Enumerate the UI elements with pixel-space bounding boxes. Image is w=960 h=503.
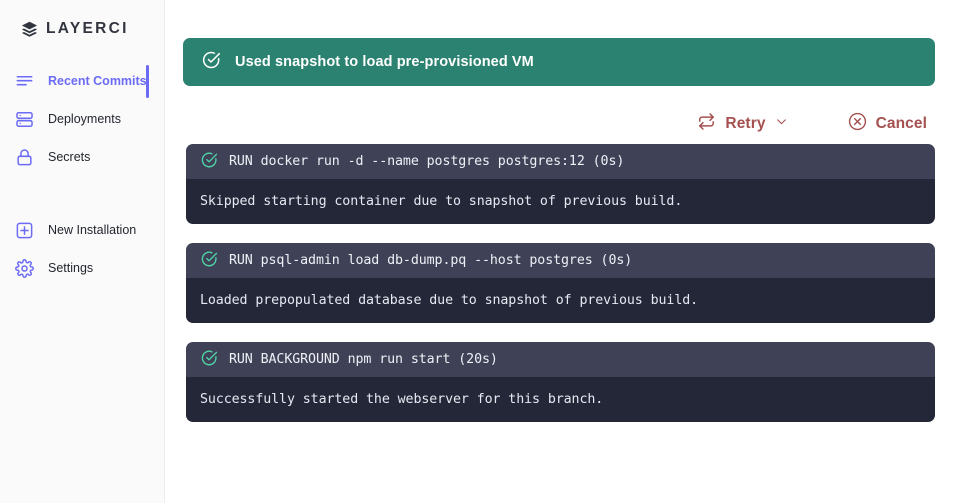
action-bar: Retry Cancel [183,86,935,144]
command-output: Skipped starting container due to snapsh… [186,179,935,224]
retry-label: Retry [725,114,766,132]
chevron-down-icon[interactable] [775,115,788,133]
sidebar-item-settings[interactable]: Settings [0,249,164,287]
status-banner-text: Used snapshot to load pre-provisioned VM [235,54,534,70]
command-block[interactable]: RUN psql-admin load db-dump.pq --host po… [186,243,935,323]
check-circle-icon [200,349,218,371]
check-circle-icon [200,151,218,173]
command-text: RUN psql-admin load db-dump.pq --host po… [229,253,633,268]
active-indicator [146,65,149,98]
sidebar-item-label: Recent Commits [48,73,147,88]
status-banner: Used snapshot to load pre-provisioned VM [183,38,935,86]
plus-square-icon [14,220,35,241]
retry-button[interactable]: Retry [697,112,787,136]
brand-name: LAYERCI [46,20,129,38]
command-block-header: RUN BACKGROUND npm run start (20s) [186,342,935,377]
sidebar-item-new-installation[interactable]: New Installation [0,211,164,249]
check-circle-icon [201,50,221,75]
list-lines-icon [14,71,35,92]
sidebar-item-secrets[interactable]: Secrets [0,138,164,176]
command-text: RUN BACKGROUND npm run start (20s) [229,352,498,367]
sidebar-nav: Recent Commits Deployments Secrets New I… [0,62,164,287]
main-content: Used snapshot to load pre-provisioned VM… [165,0,960,503]
command-block-header: RUN psql-admin load db-dump.pq --host po… [186,243,935,278]
sidebar-item-label: New Installation [48,222,137,237]
cancel-label: Cancel [875,114,927,132]
command-block[interactable]: RUN BACKGROUND npm run start (20s) Succe… [186,342,935,422]
sidebar-item-recent-commits[interactable]: Recent Commits [0,62,164,100]
command-block-header: RUN docker run -d --name postgres postgr… [186,144,935,179]
sidebar-item-label: Deployments [48,111,121,126]
sidebar-item-label: Settings [48,260,94,275]
layers-icon [20,20,39,39]
x-circle-icon [848,112,867,136]
repeat-icon [697,112,716,136]
sidebar-item-deployments[interactable]: Deployments [0,100,164,138]
server-stack-icon [14,109,35,130]
sidebar-item-label: Secrets [48,149,91,164]
command-text: RUN docker run -d --name postgres postgr… [229,154,625,169]
lock-icon [14,147,35,168]
brand-logo[interactable]: LAYERCI [0,12,164,42]
sidebar: LAYERCI Recent Commits Deployments Secre… [0,0,165,503]
command-output: Successfully started the webserver for t… [186,377,935,422]
gear-icon [14,258,35,279]
command-block-list: RUN docker run -d --name postgres postgr… [183,144,935,422]
command-output: Loaded prepopulated database due to snap… [186,278,935,323]
check-circle-icon [200,250,218,272]
cancel-button[interactable]: Cancel [848,112,927,136]
command-block[interactable]: RUN docker run -d --name postgres postgr… [186,144,935,224]
